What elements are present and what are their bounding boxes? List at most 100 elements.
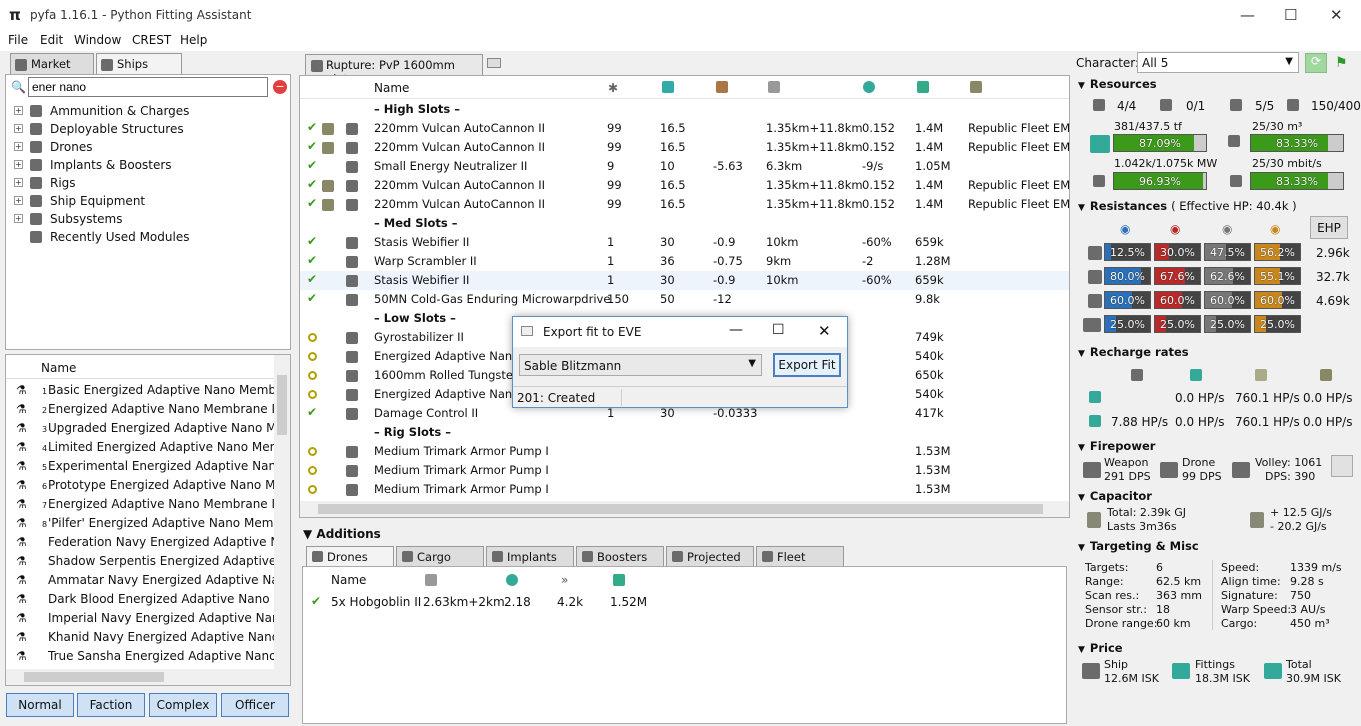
- character-dropdown[interactable]: All 5 ▼: [1137, 52, 1299, 73]
- active-check-icon[interactable]: ✔: [307, 253, 317, 267]
- module-row[interactable]: ✔ Warp Scrambler II 1 36 -0.75 9km -2 1.28M: [300, 252, 1069, 271]
- additions-header[interactable]: ▼ Additions: [303, 527, 381, 541]
- tree-item[interactable]: + Implants & Boosters: [6, 156, 276, 174]
- fit-hscrollbar[interactable]: [300, 501, 1069, 517]
- list-item[interactable]: ⚗4Limited Energized Adaptive Nano Membra…: [6, 438, 276, 457]
- list-item[interactable]: ⚗ 2 Energized Adaptive Nano Membrane I: [6, 400, 276, 419]
- dialog-close-button[interactable]: ✕: [818, 322, 831, 340]
- menu-edit[interactable]: Edit: [40, 33, 63, 47]
- module-row[interactable]: ✔ Stasis Webifier II 1 30 -0.9 10km -60% 659k: [300, 233, 1069, 252]
- module-row[interactable]: Medium Trimark Armor Pump I 1.53M: [300, 480, 1069, 499]
- dialog-maximize-button[interactable]: ☐: [772, 322, 785, 338]
- offline-icon[interactable]: [308, 371, 317, 380]
- market-search-input[interactable]: [28, 77, 268, 97]
- active-check-icon[interactable]: ✔: [307, 272, 317, 286]
- offline-icon[interactable]: [308, 447, 317, 456]
- tree-item[interactable]: + Drones: [6, 138, 276, 156]
- clear-search-icon[interactable]: −: [273, 80, 287, 94]
- refresh-icon[interactable]: ⟳: [1305, 53, 1327, 73]
- active-check-icon[interactable]: ✔: [307, 234, 317, 248]
- list-item[interactable]: ⚗Shadow Serpentis Energized Adaptive Nan…: [6, 552, 276, 571]
- tab-cargo[interactable]: Cargo: [396, 546, 484, 566]
- flag-icon[interactable]: ⚑: [1335, 55, 1348, 71]
- list-item[interactable]: ⚗ Dark Blood Energized Adaptive Nano M: [6, 590, 276, 609]
- filter-normal-button[interactable]: Normal: [6, 693, 74, 717]
- tree-item[interactable]: + Deployable Structures: [6, 120, 276, 138]
- expand-icon[interactable]: +: [14, 124, 23, 133]
- tree-item[interactable]: + Ship Equipment: [6, 192, 276, 210]
- list-hscrollbar[interactable]: [6, 669, 290, 685]
- expand-icon[interactable]: +: [14, 106, 23, 115]
- module-row[interactable]: ✔ 220mm Vulcan AutoCannon II 99 16.5 1.35km+…: [300, 119, 1069, 138]
- active-check-icon[interactable]: ✔: [307, 120, 317, 134]
- offline-icon[interactable]: [308, 390, 317, 399]
- module-row[interactable]: ✔ 220mm Vulcan AutoCannon II 99 16.5 1.35km+…: [300, 195, 1069, 214]
- list-item[interactable]: ⚗Federation Navy Energized Adaptive Nano: [6, 533, 276, 552]
- firepower-header[interactable]: Firepower: [1078, 439, 1156, 453]
- character-select[interactable]: Sable Blitzmann ▼: [519, 354, 762, 376]
- list-item[interactable]: ⚗1Basic Energized Adaptive Nano Membrane: [6, 381, 276, 400]
- module-row[interactable]: ✔ Stasis Webifier II 1 30 -0.9 10km -60% 659k: [300, 271, 1069, 290]
- list-item[interactable]: ⚗8'Pilfer' Energized Adaptive Nano Membr…: [6, 514, 276, 533]
- offline-icon[interactable]: [308, 333, 317, 342]
- tree-item[interactable]: Recently Used Modules: [6, 228, 276, 246]
- list-vscrollbar[interactable]: [274, 355, 290, 671]
- menu-crest[interactable]: CREST: [132, 33, 171, 47]
- tab-boosters[interactable]: Boosters: [576, 546, 664, 566]
- offline-icon[interactable]: [308, 352, 317, 361]
- drone-row[interactable]: ✔ 5x Hobgoblin II 2.63km+2km 2.18 4.2k 1…: [303, 592, 703, 610]
- filter-officer-button[interactable]: Officer: [221, 693, 289, 717]
- menu-help[interactable]: Help: [180, 33, 207, 47]
- tab-projected[interactable]: Projected: [666, 546, 754, 566]
- export-fit-button[interactable]: Export Fit: [773, 353, 841, 377]
- tree-item[interactable]: + Ammunition & Charges: [6, 102, 276, 120]
- active-check-icon[interactable]: ✔: [307, 196, 317, 210]
- filter-faction-button[interactable]: Faction: [77, 693, 145, 717]
- offline-icon[interactable]: [308, 466, 317, 475]
- tab-fleet[interactable]: Fleet: [756, 546, 844, 566]
- expand-icon[interactable]: +: [14, 214, 23, 223]
- active-check-icon[interactable]: ✔: [307, 177, 317, 191]
- list-item[interactable]: ⚗True Sansha Energized Adaptive Nano Mem: [6, 647, 276, 666]
- list-item[interactable]: ⚗Khanid Navy Energized Adaptive Nano Mem: [6, 628, 276, 647]
- targeting-header[interactable]: Targeting & Misc: [1078, 539, 1199, 553]
- expand-icon[interactable]: +: [14, 142, 23, 151]
- active-check-icon[interactable]: ✔: [311, 594, 321, 608]
- resistances-header[interactable]: Resistances ( Effective HP: 40.4k ): [1078, 199, 1297, 213]
- expand-icon[interactable]: +: [14, 196, 23, 205]
- menu-file[interactable]: File: [8, 33, 28, 47]
- tab-implants[interactable]: Implants: [486, 546, 574, 566]
- tab-ships[interactable]: Ships: [96, 53, 182, 75]
- new-tab-icon[interactable]: [487, 58, 501, 68]
- list-item[interactable]: ⚗ 7 Energized Adaptive Nano Membrane II: [6, 495, 276, 514]
- active-check-icon[interactable]: ✔: [307, 291, 317, 305]
- maximize-button[interactable]: ☐: [1284, 6, 1297, 24]
- module-row[interactable]: Medium Trimark Armor Pump I 1.53M: [300, 442, 1069, 461]
- resources-header[interactable]: Resources: [1078, 77, 1157, 91]
- active-check-icon[interactable]: ✔: [307, 405, 317, 419]
- module-row[interactable]: ✔ 50MN Cold-Gas Enduring Microwarpdrive 15…: [300, 290, 1069, 309]
- expand-icon[interactable]: +: [14, 160, 23, 169]
- list-item[interactable]: ⚗3Upgraded Energized Adaptive Nano Membr…: [6, 419, 276, 438]
- dialog-minimize-button[interactable]: —: [729, 322, 743, 338]
- tree-item[interactable]: + Rigs: [6, 174, 276, 192]
- minimize-button[interactable]: —: [1240, 6, 1255, 24]
- module-row[interactable]: Medium Trimark Armor Pump I 1.53M: [300, 461, 1069, 480]
- price-header[interactable]: Price: [1078, 641, 1123, 655]
- recharge-header[interactable]: Recharge rates: [1078, 345, 1189, 359]
- tree-item[interactable]: + Subsystems: [6, 210, 276, 228]
- active-check-icon[interactable]: ✔: [307, 158, 317, 172]
- list-item[interactable]: ⚗6Prototype Energized Adaptive Nano Memb…: [6, 476, 276, 495]
- module-row[interactable]: ✔ 220mm Vulcan AutoCannon II 99 16.5 1.35km+…: [300, 138, 1069, 157]
- capacitor-header[interactable]: Capacitor: [1078, 489, 1152, 503]
- module-row[interactable]: ✔ 220mm Vulcan AutoCannon II 99 16.5 1.35km+…: [300, 176, 1069, 195]
- menu-window[interactable]: Window: [74, 33, 121, 47]
- module-row[interactable]: ✔ Small Energy Neutralizer II 9 10 -5.63 6.3k…: [300, 157, 1069, 176]
- ehp-button[interactable]: EHP: [1310, 216, 1348, 239]
- tab-fit[interactable]: Rupture: PvP 1600mm plate: [305, 54, 483, 86]
- list-item[interactable]: ⚗Imperial Navy Energized Adaptive Nano M…: [6, 609, 276, 628]
- filter-complex-button[interactable]: Complex: [149, 693, 217, 717]
- damage-pattern-button[interactable]: [1331, 455, 1353, 477]
- tab-drones[interactable]: Drones: [306, 546, 394, 566]
- expand-icon[interactable]: +: [14, 178, 23, 187]
